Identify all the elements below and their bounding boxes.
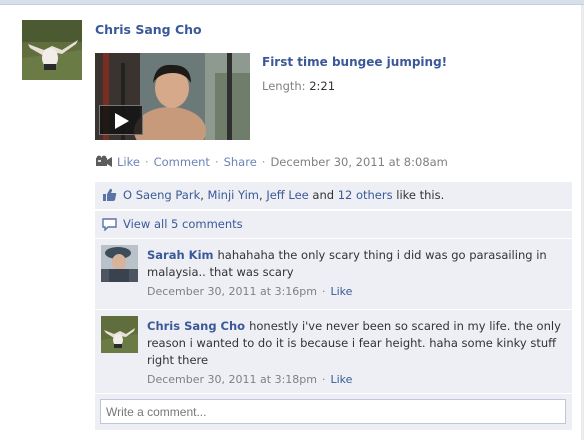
comment-author-link[interactable]: Sarah Kim	[147, 248, 214, 262]
write-comment-row	[95, 394, 572, 430]
thumbs-up-icon	[102, 188, 117, 205]
post-timestamp: December 30, 2011 at 8:08am	[270, 155, 448, 169]
video-camera-icon	[95, 155, 113, 171]
comment-timestamp: December 30, 2011 at 3:18pm	[147, 373, 317, 386]
poster-avatar[interactable]	[22, 20, 82, 80]
view-all-comments-link[interactable]: View all 5 comments	[123, 217, 243, 231]
comment-author-link[interactable]: Chris Sang Cho	[147, 319, 245, 333]
commenter-avatar[interactable]	[101, 316, 138, 353]
row-divider	[95, 209, 572, 210]
likes-and: and	[312, 188, 335, 202]
separator-dot: ·	[214, 155, 219, 169]
write-comment-input[interactable]	[100, 399, 566, 424]
commenter-avatar[interactable]	[101, 245, 138, 282]
separator-dot: ·	[321, 285, 326, 298]
play-button[interactable]	[99, 105, 143, 135]
likes-row: O Saeng Park, Minji Yim, Jeff Lee and 12…	[95, 182, 572, 209]
comment-timestamp: December 30, 2011 at 3:16pm	[147, 285, 317, 298]
liker-link[interactable]: O Saeng Park	[123, 188, 200, 202]
comment-meta: December 30, 2011 at 3:16pm · Like	[147, 283, 562, 300]
like-link[interactable]: Like	[117, 155, 140, 169]
play-icon	[115, 113, 129, 129]
comment-like-link[interactable]: Like	[330, 373, 352, 386]
video-title-link[interactable]: First time bungee jumping!	[262, 55, 447, 69]
top-border	[0, 0, 584, 5]
separator-dot: ·	[321, 373, 326, 386]
likes-suffix: like this.	[396, 188, 445, 202]
likes-others-link[interactable]: 12 others	[338, 188, 393, 202]
view-all-comments-row[interactable]: View all 5 comments	[95, 211, 572, 238]
separator-dot: ·	[261, 155, 266, 169]
video-thumbnail[interactable]	[95, 53, 250, 140]
video-length-label: Length:	[262, 79, 306, 93]
comment-link[interactable]: Comment	[154, 155, 210, 169]
comment-item: Chris Sang Cho honestly i've never been s…	[95, 310, 572, 393]
liker-link[interactable]: Jeff Lee	[266, 188, 308, 202]
comment-body: Sarah Kim hahahaha the only scary thing i…	[147, 247, 562, 300]
video-length: Length: 2:21	[262, 79, 335, 93]
video-length-value: 2:21	[309, 79, 336, 93]
liker-link[interactable]: Minji Yim	[208, 188, 259, 202]
comment-body: Chris Sang Cho honestly i've never been s…	[147, 318, 562, 388]
comment-meta: December 30, 2011 at 3:18pm · Like	[147, 371, 562, 388]
share-link[interactable]: Share	[224, 155, 257, 169]
poster-name[interactable]: Chris Sang Cho	[95, 22, 202, 37]
comment-like-link[interactable]: Like	[330, 285, 352, 298]
post-action-bar: Like · Comment · Share · December 30, 2011 at …	[95, 155, 448, 171]
likes-text: O Saeng Park, Minji Yim, Jeff Lee and 12…	[123, 188, 445, 202]
separator-dot: ·	[144, 155, 149, 169]
comment-bubble-icon	[102, 218, 117, 234]
comment-item: Sarah Kim hahahaha the only scary thing i…	[95, 239, 572, 309]
